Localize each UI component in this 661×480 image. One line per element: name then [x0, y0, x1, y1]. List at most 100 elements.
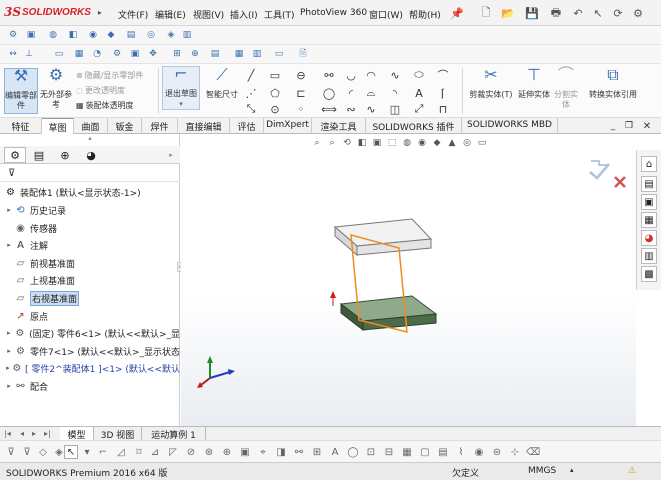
- options-icon[interactable]: ⚙: [630, 5, 646, 21]
- select-arrow-icon[interactable]: ↖: [64, 445, 78, 459]
- tree-row[interactable]: ▸ ⚯ 配合: [0, 378, 180, 394]
- partial-ellipse-icon[interactable]: ◝: [388, 86, 402, 100]
- tangent-arc-icon[interactable]: ◜: [344, 86, 358, 100]
- chevron-up-icon[interactable]: ▴: [570, 466, 574, 474]
- smart-dimension-button[interactable]: ⟋ 智能尺寸: [203, 67, 241, 100]
- notification-icon[interactable]: ⚠: [628, 466, 636, 476]
- tab-model[interactable]: 模型: [60, 427, 94, 441]
- hide-show-components-item[interactable]: ⊗ 隐藏/显示零部件: [76, 70, 143, 81]
- units-selector[interactable]: MMGS: [528, 466, 556, 476]
- last-tab-icon[interactable]: ▸|: [44, 429, 51, 438]
- filter-sketch-icon[interactable]: ◿: [114, 445, 128, 459]
- frame-icon[interactable]: ▥: [180, 28, 194, 42]
- rebuild-icon[interactable]: ⟳: [610, 5, 626, 21]
- filter-datum-icon[interactable]: ⊡: [364, 445, 378, 459]
- tree-row[interactable]: ◉ 传感器: [0, 220, 180, 236]
- split-entities-button[interactable]: ⌒ 分割实体: [552, 67, 580, 110]
- view-orientation-icon[interactable]: ▣: [24, 28, 38, 42]
- appearances-icon[interactable]: ◕: [641, 230, 657, 246]
- measure-icon[interactable]: ⊞: [170, 47, 184, 61]
- display-pane-icon[interactable]: ◎: [144, 28, 158, 42]
- filter-cosmetic-icon[interactable]: ⊞: [310, 445, 324, 459]
- filter-balloons-icon[interactable]: ◯: [346, 445, 360, 459]
- tab-scroll-right-icon[interactable]: ▸: [160, 147, 182, 163]
- rectangle-icon[interactable]: ▭: [268, 68, 282, 82]
- mirror-icon[interactable]: ⟺: [321, 102, 337, 116]
- arc-icon[interactable]: ◡: [344, 68, 358, 82]
- open-folder-icon[interactable]: 📂: [500, 5, 516, 21]
- reference-icon[interactable]: ⊓: [436, 102, 450, 116]
- feature-tree-tab-icon[interactable]: ⚙: [4, 147, 26, 163]
- filter-vertices-icon[interactable]: ⌐: [96, 445, 110, 459]
- change-transparency-item[interactable]: ◌ 更改透明度: [76, 85, 125, 96]
- explode-icon[interactable]: ✥: [146, 47, 160, 61]
- expand-arrow-icon[interactable]: ▸: [4, 206, 14, 214]
- menu-file[interactable]: 文件(F): [118, 8, 148, 21]
- print-icon[interactable]: 🖶: [548, 5, 564, 21]
- property-manager-tab-icon[interactable]: ▤: [28, 147, 50, 163]
- tab-surface[interactable]: 曲面: [74, 118, 108, 134]
- section-view-icon[interactable]: ◧: [66, 28, 80, 42]
- prev-tab-icon[interactable]: ◂: [20, 429, 24, 438]
- tab-solidworks-mbd[interactable]: SOLIDWORKS MBD: [462, 118, 558, 134]
- tree-row[interactable]: ▸ A 注解: [0, 237, 180, 253]
- filter-toggle-icon[interactable]: ⊽: [20, 445, 34, 459]
- configuration-manager-tab-icon[interactable]: ⊕: [54, 147, 76, 163]
- confirm-check-icon[interactable]: [589, 163, 610, 180]
- tab-dimxpert[interactable]: DimXpert: [264, 118, 312, 134]
- filter-edges-icon[interactable]: ◇: [36, 445, 50, 459]
- circle-icon[interactable]: ◯: [322, 86, 336, 100]
- tree-row[interactable]: ▱ 上视基准面: [0, 272, 180, 288]
- tab-direct-editing[interactable]: 直接编辑: [178, 118, 230, 134]
- home-icon[interactable]: ⌂: [641, 156, 657, 172]
- menu-tools[interactable]: 工具(T): [264, 8, 295, 21]
- filter-layers-icon[interactable]: ▤: [436, 445, 450, 459]
- hide-show-icon[interactable]: ◉: [86, 28, 100, 42]
- convert-entities-button[interactable]: ⧉ 转换实体引用: [584, 67, 642, 100]
- globe-icon[interactable]: ◔: [90, 47, 104, 61]
- expand-arrow-icon[interactable]: ▸: [4, 382, 14, 390]
- display-style-icon[interactable]: ◍: [46, 28, 60, 42]
- tree-row[interactable]: ▸ ⚙ (固定) 零件6<1> (默认<<默认>_显: [0, 325, 180, 341]
- close-icon[interactable]: ✕: [638, 117, 656, 135]
- assembly-icon[interactable]: ⚙: [6, 28, 20, 42]
- display-manager-tab-icon[interactable]: ◕: [80, 147, 102, 163]
- grid-icon[interactable]: ▦: [232, 47, 246, 61]
- move-icon[interactable]: ⤢: [412, 102, 426, 116]
- menu-window[interactable]: 窗口(W): [369, 8, 403, 21]
- expand-arrow-icon[interactable]: ▸: [4, 241, 14, 249]
- menu-help[interactable]: 帮助(H): [409, 8, 441, 21]
- slot2-icon[interactable]: ⊏: [294, 86, 308, 100]
- filter-planes-icon[interactable]: ◸: [166, 445, 180, 459]
- filter-notes-icon[interactable]: A: [328, 445, 342, 459]
- tree-row[interactable]: ▱ 右视基准面: [0, 290, 180, 306]
- document-icon[interactable]: 🗎: [296, 47, 310, 61]
- tree-root-assembly[interactable]: ⚙ 装配体1 (默认<显示状态-1>): [0, 184, 180, 200]
- feature-filter-bar[interactable]: ⊽: [0, 166, 180, 182]
- expand-arrow-icon[interactable]: ▸: [4, 347, 14, 355]
- next-tab-icon[interactable]: ▸: [32, 429, 36, 438]
- filter-axes-icon[interactable]: ⊘: [184, 445, 198, 459]
- polygon-icon[interactable]: ⬠: [268, 86, 282, 100]
- centerline-icon[interactable]: ⋰: [244, 86, 258, 100]
- circle-link-icon[interactable]: ⚯: [322, 68, 336, 82]
- construction-icon[interactable]: ◦: [294, 102, 308, 116]
- solidworks-logo[interactable]: 3S SOLIDWORKS ▸: [4, 5, 102, 19]
- slot-icon[interactable]: ⊖: [294, 68, 308, 82]
- confirm-corner[interactable]: [589, 160, 626, 188]
- filter-bodies-icon[interactable]: ▣: [238, 445, 252, 459]
- model-viewport[interactable]: [181, 134, 636, 426]
- assembly-transparency-item[interactable]: ▦ 装配体透明度: [76, 100, 134, 111]
- tree-row[interactable]: ▸ ⚙[ 零件2^装配体1 ]<1> (默认<<默认: [0, 360, 180, 376]
- filter-welds-icon[interactable]: ⌖: [256, 445, 270, 459]
- bottom-plate[interactable]: [339, 295, 438, 332]
- first-tab-icon[interactable]: |◂: [4, 429, 11, 438]
- gear-icon[interactable]: ⚙: [110, 47, 124, 61]
- tab-render-tools[interactable]: 渲染工具: [312, 118, 366, 134]
- exit-sketch-button[interactable]: ⌐ 退出草图 ▾: [162, 66, 200, 110]
- menu-photoview[interactable]: PhotoView 360: [300, 8, 367, 18]
- pane-collapse-handle[interactable]: ▴: [0, 134, 180, 146]
- filter-surfaces-icon[interactable]: ◨: [274, 445, 288, 459]
- extend-entities-button[interactable]: ⊤ 延伸实体: [516, 67, 552, 100]
- tab-sheet-metal[interactable]: 钣金: [108, 118, 142, 134]
